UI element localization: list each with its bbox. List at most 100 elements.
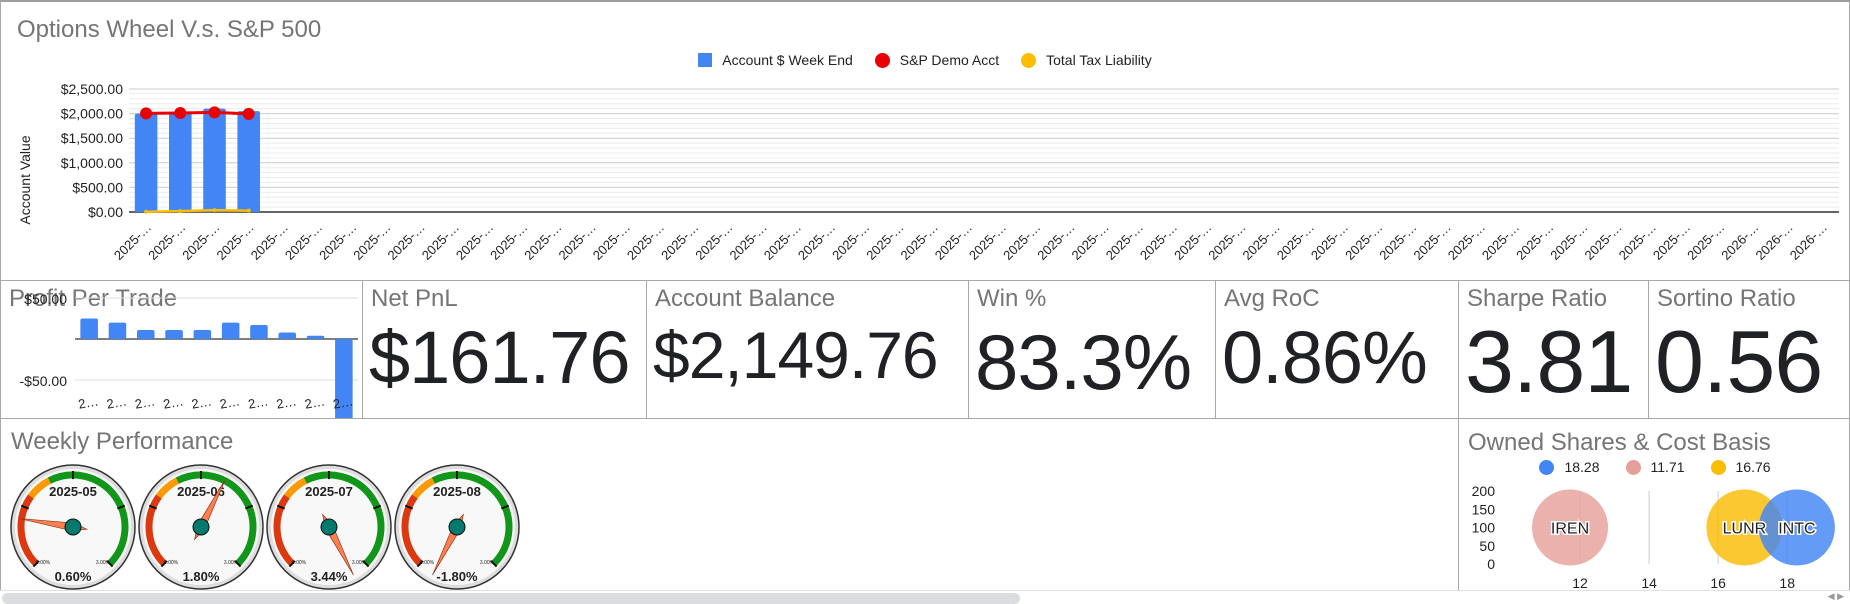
y-tick-label: $50.00 bbox=[24, 291, 67, 307]
gauge-value: 0.60% bbox=[55, 569, 92, 584]
x-tick-label: 2025-… bbox=[282, 220, 325, 263]
x-tick-label: 2025-… bbox=[1513, 220, 1556, 263]
x-tick-label: 2025-… bbox=[419, 220, 462, 263]
gauge-min-label: 0.00% bbox=[292, 560, 307, 566]
gauge-2025-08: 2025-08 0.00% 3.00%-1.80% bbox=[394, 464, 520, 590]
x-tick-label: 2025-… bbox=[1069, 220, 1112, 263]
tax-liability-line bbox=[146, 208, 249, 214]
gauge-min-label: 0.00% bbox=[164, 560, 179, 566]
x-tick-label: 2… bbox=[77, 393, 100, 411]
profit-per-trade-panel: Profit Per Trade $50.00-$50.00-$150.00 2… bbox=[0, 280, 363, 419]
x-tick-label: 18 bbox=[1779, 575, 1795, 591]
x-tick-label: 2025-… bbox=[761, 220, 804, 263]
x-tick-label: 2… bbox=[247, 393, 270, 411]
bar-account-week-end bbox=[134, 113, 158, 212]
x-tick-label: 2025-… bbox=[214, 220, 257, 263]
gauge-label: 2025-07 bbox=[305, 484, 353, 499]
tax-liability-point bbox=[144, 209, 149, 214]
y-tick-label: 50 bbox=[1479, 538, 1495, 554]
x-tick-label: 16 bbox=[1710, 575, 1726, 591]
gauge-max-label: 3.00% bbox=[352, 560, 367, 566]
kpi-value: 3.81 bbox=[1465, 312, 1633, 411]
y-axis-label: Account Value bbox=[17, 135, 33, 224]
y-tick-label: $2,000.00 bbox=[61, 106, 123, 122]
kpi-title: Sortino Ratio bbox=[1657, 285, 1796, 312]
x-tick-label: 2025-… bbox=[248, 220, 291, 263]
x-tick-label: 2025-… bbox=[1650, 220, 1693, 263]
kpi-win-pct: Win % 83.3% bbox=[968, 280, 1216, 419]
gauge-max-label: 3.00% bbox=[480, 560, 495, 566]
x-tick-label: 2026-… bbox=[1718, 220, 1761, 263]
y-tick-label: -$50.00 bbox=[20, 373, 68, 389]
gauge-2025-05: 2025-05 0.00% 3.00% 0.60% bbox=[10, 464, 136, 590]
profit-bar bbox=[221, 322, 240, 339]
gauge-value: -1.80% bbox=[436, 569, 478, 584]
gauge-min-label: 0.00% bbox=[420, 560, 435, 566]
x-tick-label: 2025-… bbox=[453, 220, 496, 263]
x-tick-label: 2… bbox=[134, 393, 157, 411]
bar-account-week-end bbox=[203, 108, 226, 212]
y-tick-label: $500.00 bbox=[72, 179, 123, 195]
x-tick-label: 2025-… bbox=[966, 220, 1009, 263]
x-tick-label: 2025-… bbox=[556, 220, 599, 263]
x-tick-label: 2… bbox=[105, 393, 128, 411]
x-tick-label: 2025-… bbox=[1376, 220, 1419, 263]
scroll-arrows[interactable]: ◀ ▶ bbox=[1828, 591, 1844, 602]
x-tick-label: 2025-… bbox=[1171, 220, 1214, 263]
profit-bar bbox=[165, 329, 183, 339]
y-tick-label: $2,500.00 bbox=[61, 81, 123, 97]
x-tick-label: 2025-… bbox=[727, 220, 770, 263]
profit-chart-plot: $50.00-$50.00-$150.00 2…2…2…2…2…2…2…2…2…… bbox=[20, 291, 358, 418]
owned-shares-panel: Owned Shares & Cost Basis 18.28 11.71 16… bbox=[1458, 418, 1850, 592]
gauge-value: 3.44% bbox=[311, 569, 348, 584]
gauge-hub bbox=[192, 518, 210, 536]
x-tick-label: 2025-… bbox=[1582, 220, 1625, 263]
x-tick-label: 2… bbox=[219, 393, 242, 411]
weekly-performance-panel: Weekly Performance 2025-05 0.00% 3.00% 0.60… bbox=[0, 418, 1459, 592]
x-tick-label: 2025-… bbox=[1411, 220, 1454, 263]
sp-demo-point bbox=[242, 107, 255, 120]
x-tick-label: 2025-… bbox=[1684, 220, 1727, 263]
x-tick-label: 2025-… bbox=[1342, 220, 1385, 263]
x-tick-label: 2025-… bbox=[316, 220, 359, 263]
kpi-value: $161.76 bbox=[369, 316, 630, 399]
kpi-net-pnl: Net PnL $161.76 bbox=[362, 280, 647, 419]
x-tick-label: 2025-… bbox=[179, 220, 222, 263]
scrollbar-thumb[interactable] bbox=[2, 593, 1020, 604]
kpi-title: Sharpe Ratio bbox=[1467, 285, 1608, 312]
x-tick-label: 2025-… bbox=[1240, 220, 1283, 263]
kpi-title: Net PnL bbox=[371, 285, 458, 312]
x-tick-label: 2025-… bbox=[1547, 220, 1590, 263]
x-tick-label: 2025-… bbox=[1479, 220, 1522, 263]
bubble-chart-plot: 12 14 16 18 0 50 100 150 200 IREN LUNR INTC bbox=[1472, 483, 1835, 591]
profit-bar bbox=[306, 335, 325, 339]
kpi-value: 0.86% bbox=[1222, 316, 1428, 399]
x-tick-label: 2025-… bbox=[145, 220, 188, 263]
horizontal-scrollbar[interactable]: ◀ ▶ bbox=[0, 590, 1850, 604]
kpi-avg-roc: Avg RoC 0.86% bbox=[1215, 280, 1459, 419]
tax-liability-point bbox=[178, 209, 183, 214]
kpi-title: Win % bbox=[977, 285, 1047, 312]
bubble-label: INTC bbox=[1778, 521, 1815, 538]
gauge-max-label: 3.00% bbox=[96, 560, 111, 566]
x-tick-label: 2025-… bbox=[1274, 220, 1317, 263]
x-tick-label: 2025-… bbox=[1034, 220, 1077, 263]
profit-bar bbox=[136, 329, 155, 339]
sp-demo-point bbox=[140, 107, 153, 120]
profit-bar bbox=[193, 329, 212, 339]
kpi-value: 0.56 bbox=[1655, 312, 1823, 411]
kpi-value: 83.3% bbox=[975, 318, 1192, 406]
x-tick-label: 2025-… bbox=[487, 220, 530, 263]
y-tick-label: 100 bbox=[1472, 520, 1496, 536]
x-tick-label: 2025-… bbox=[898, 220, 941, 263]
x-tick-label: 2025-… bbox=[1616, 220, 1659, 263]
x-tick-label: 2025-… bbox=[863, 220, 906, 263]
y-tick-label: 150 bbox=[1472, 501, 1496, 517]
x-tick-label: 2025-… bbox=[1137, 220, 1180, 263]
tax-liability-point bbox=[212, 208, 217, 213]
y-tick-label: $1,500.00 bbox=[61, 130, 123, 146]
x-tick-label: 2026-… bbox=[1787, 220, 1830, 263]
gauge-2025-06: 2025-060.00% 3.00%1.80% bbox=[138, 464, 264, 590]
x-tick-label: 2… bbox=[304, 393, 327, 411]
x-tick-label: 2025-… bbox=[624, 220, 667, 263]
